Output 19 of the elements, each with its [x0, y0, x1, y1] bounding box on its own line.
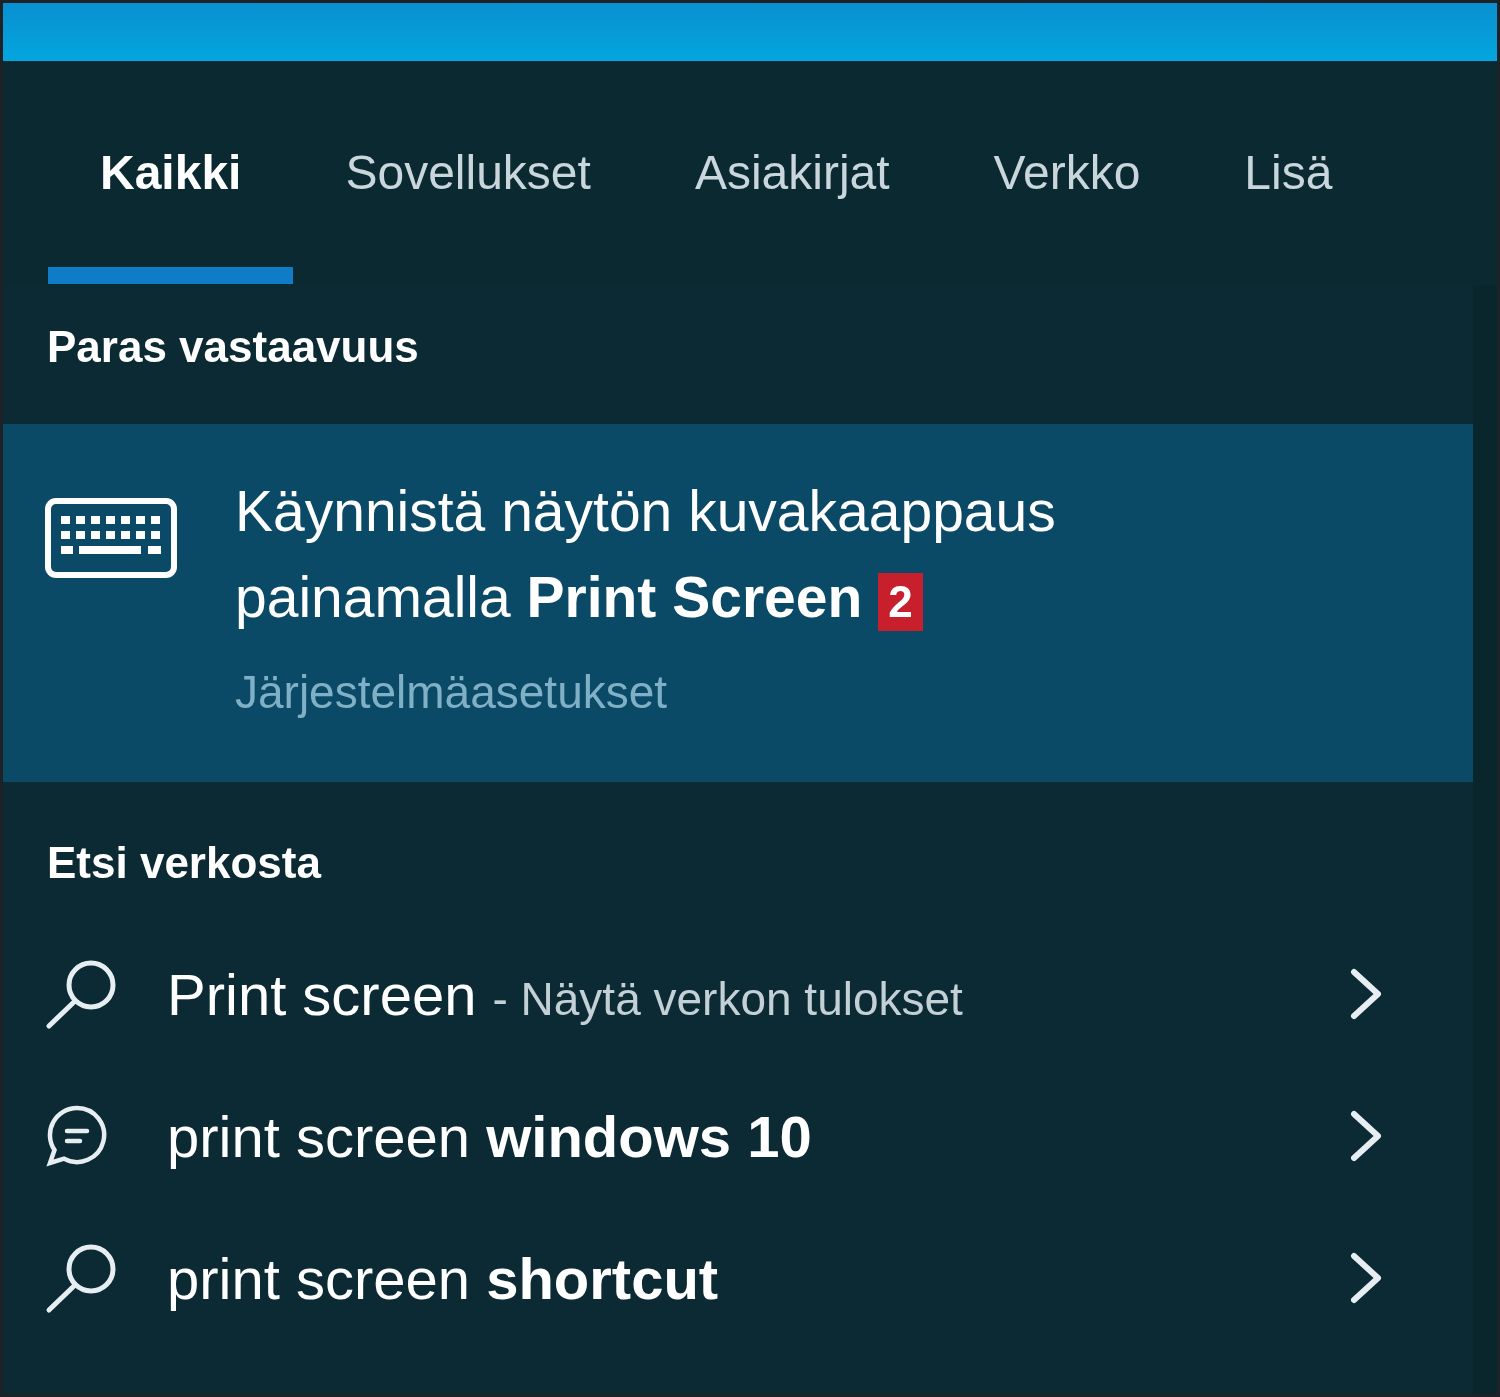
- result-subtitle: Järjestelmäasetukset: [235, 665, 669, 720]
- result-title: Käynnistä näytön kuvakaappaus painamalla Print Screen 2: [235, 478, 1057, 633]
- tab[interactable]: Sovellukset: [293, 143, 643, 284]
- result-text: Print screen: [167, 960, 477, 1029]
- chevron-right-icon: [1349, 1252, 1383, 1304]
- section-heading: Etsi verkosta: [46, 837, 323, 889]
- chevron-right-icon: [1349, 968, 1383, 1020]
- result-text: print screen shortcut: [167, 1244, 719, 1313]
- tab[interactable]: Kaikki: [48, 143, 294, 284]
- chevron-right-icon: [1349, 1110, 1383, 1162]
- tab[interactable]: Asiakirjat: [642, 143, 942, 284]
- result-text: print screen windows 10: [167, 1102, 812, 1171]
- result-hint: - Näytä verkon tulokset: [492, 971, 963, 1027]
- best-match-card[interactable]: Käynnistä näytön kuvakaappaus painamalla Print Screen 2 Järjestelmäasetukset: [3, 424, 1473, 782]
- tab[interactable]: Verkko: [941, 143, 1193, 284]
- chat-icon: [45, 1104, 109, 1168]
- section-heading: Paras vastaavuus: [46, 321, 420, 373]
- tab[interactable]: Lisä: [1192, 143, 1385, 284]
- keyboard-icon: [45, 498, 177, 578]
